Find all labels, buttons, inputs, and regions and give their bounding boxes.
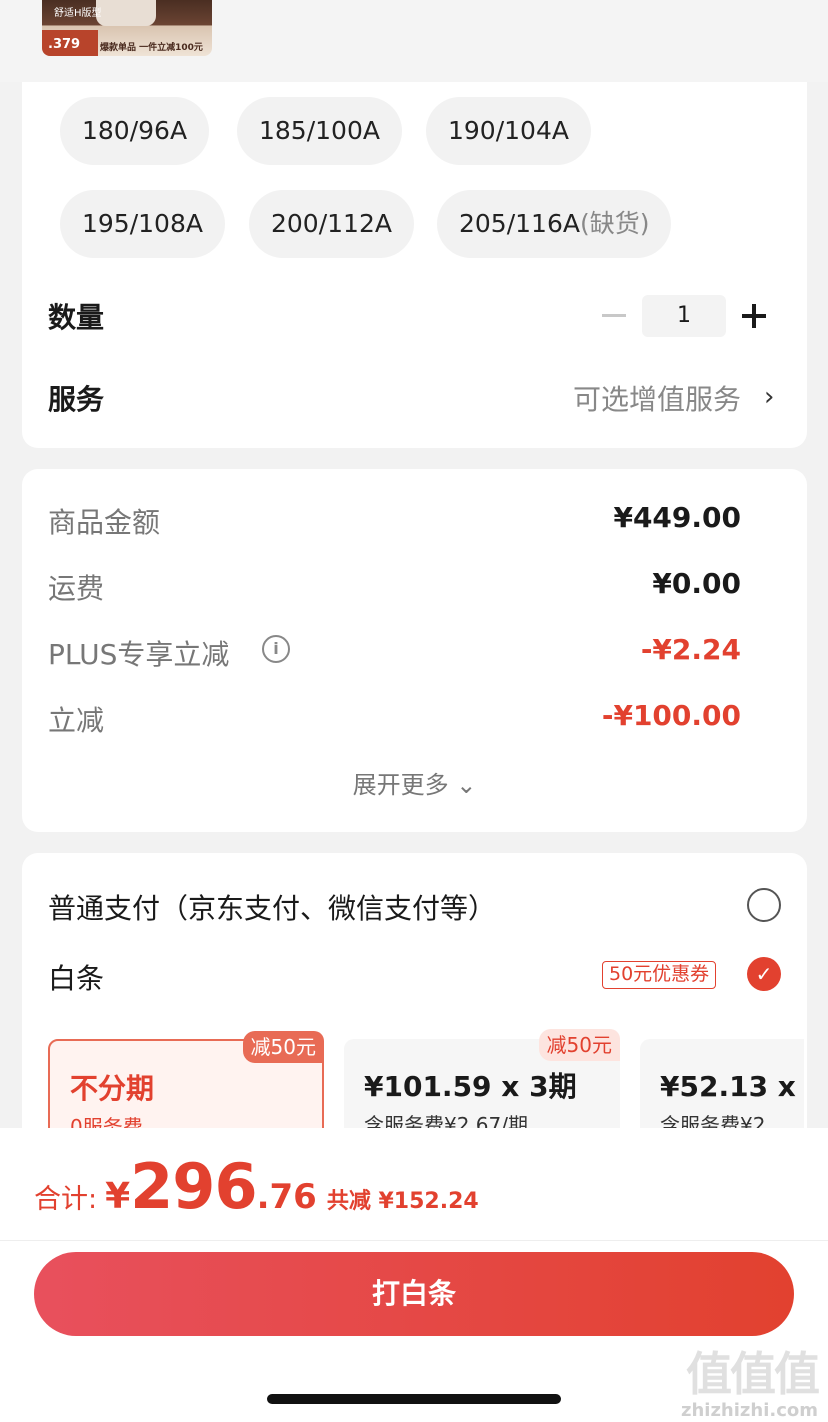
goods-amount-value: ¥449.00 [613, 501, 741, 534]
service-option-link[interactable]: 可选增值服务 [573, 378, 741, 418]
plus-discount-value: -¥2.24 [640, 633, 741, 666]
plan-main-text: ¥101.59 x 3期 [364, 1070, 577, 1103]
instant-discount-value: -¥100.00 [601, 699, 741, 732]
service-label: 服务 [48, 383, 105, 416]
total-amount: 合计: ¥296.76 共减 ¥152.24 [34, 1150, 479, 1223]
chevron-right-icon[interactable]: › [764, 382, 774, 412]
size-chip-out-of-stock[interactable]: 205/116A(缺货) [437, 190, 672, 258]
size-chip-label: 205/116A [459, 209, 580, 238]
product-thumbnail[interactable]: 舒适H版型 .379 爆款单品 一件立减100元 [42, 0, 212, 56]
size-chip[interactable]: 180/96A [60, 97, 210, 165]
shipping-label: 运费 [48, 572, 105, 605]
watermark-logo: 值值值 [686, 1347, 820, 1401]
thumb-price: .379 [42, 30, 98, 56]
expand-more-button[interactable]: 展开更多 ⌄ [22, 765, 807, 800]
size-chip[interactable]: 185/100A [237, 97, 402, 165]
watermark-url: zhizhizhi.com [680, 1400, 818, 1421]
quantity-label: 数量 [48, 301, 105, 334]
spec-card: 180/96A 185/100A 190/104A 195/108A 200/1… [22, 82, 807, 448]
quantity-input[interactable]: 1 [642, 295, 726, 337]
installment-plans: 减50元 不分期 0服务费 减50元 ¥101.59 x 3期 含服务费¥2.6… [46, 853, 804, 1153]
thumb-banner: 爆款单品 一件立减100元 [100, 43, 203, 53]
size-chip[interactable]: 195/108A [60, 190, 225, 258]
plan-main-text: 不分期 [70, 1072, 155, 1105]
divider [0, 1240, 828, 1241]
shipping-value: ¥0.00 [652, 567, 741, 600]
plan-discount-badge: 减50元 [242, 1031, 324, 1063]
product-image-coat [96, 0, 156, 26]
total-saved: 共减 ¥152.24 [326, 1189, 479, 1214]
total-integer: 296 [130, 1150, 257, 1223]
quantity-minus-button[interactable] [602, 314, 626, 317]
thumb-tag: 舒适H版型 [54, 8, 102, 19]
price-breakdown-card: 商品金额 ¥449.00 运费 ¥0.00 PLUS专享立减 i -¥2.24 … [22, 469, 807, 832]
currency-symbol: ¥ [105, 1176, 131, 1217]
product-header-strip: 舒适H版型 .379 爆款单品 一件立减100元 [0, 0, 828, 82]
watermark: 值值值 zhizhizhi.com [680, 1338, 820, 1421]
checkout-bar: 合计: ¥296.76 共减 ¥152.24 打白条 值值值 zhizhizhi.c… [0, 1128, 828, 1422]
total-decimal: .76 [256, 1177, 317, 1217]
plan-discount-badge: 减50元 [538, 1029, 620, 1061]
home-indicator[interactable] [267, 1394, 561, 1404]
plan-main-text: ¥52.13 x 6期 [660, 1070, 804, 1103]
out-of-stock-label: (缺货) [579, 209, 650, 238]
pay-baitiao-button[interactable]: 打白条 [34, 1252, 794, 1336]
size-chip[interactable]: 190/104A [426, 97, 591, 165]
goods-amount-label: 商品金额 [48, 506, 161, 539]
payment-card: 普通支付（京东支付、微信支付等） 白条 50元优惠券 ✓ 减50元 不分期 0服… [22, 853, 807, 1153]
info-icon[interactable]: i [262, 635, 290, 663]
quantity-plus-button[interactable] [742, 298, 766, 334]
size-chip[interactable]: 200/112A [249, 190, 414, 258]
instant-discount-label: 立减 [48, 704, 105, 737]
plus-discount-label: PLUS专享立减 [48, 638, 230, 671]
total-label: 合计: [34, 1184, 98, 1215]
